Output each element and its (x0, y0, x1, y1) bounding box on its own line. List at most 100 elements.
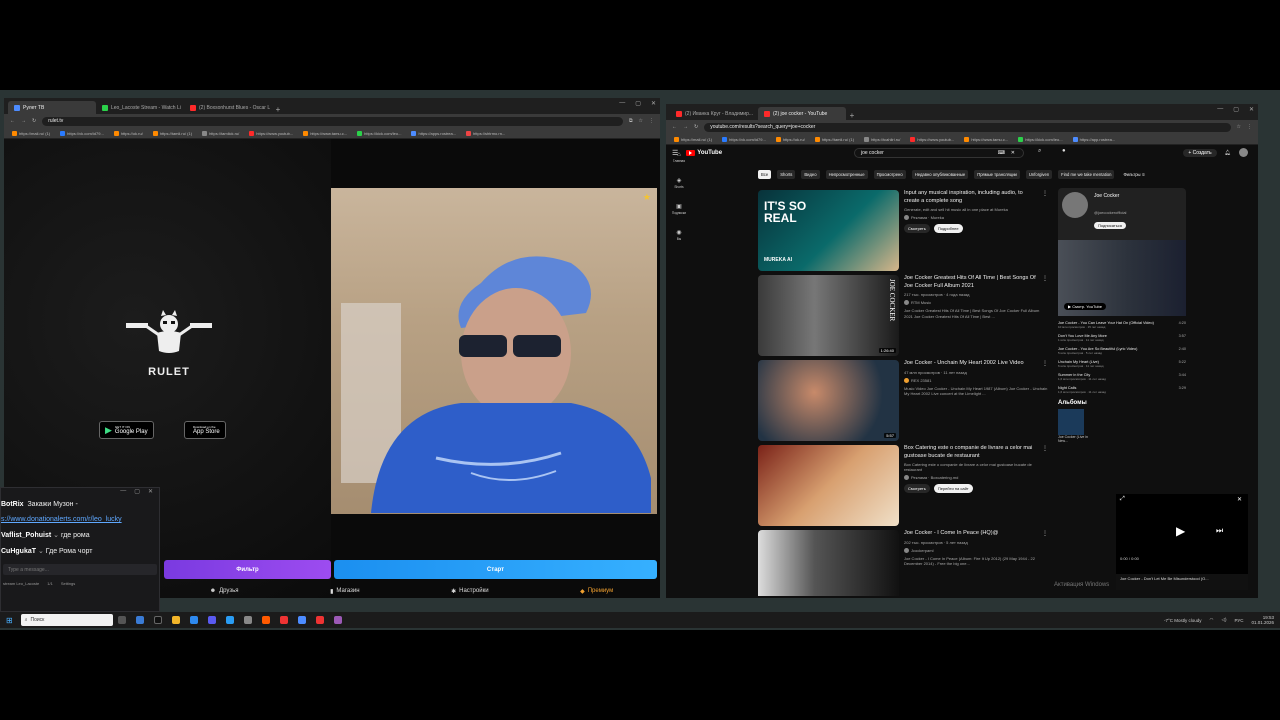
nav-settings[interactable]: ✱ Настройки (451, 588, 488, 595)
chat-link[interactable]: s://www.donationalerts.com/r/leo_lucky (1, 516, 122, 523)
tab-youtube[interactable]: (2) Boxsonhurst Blues - Oscar L (184, 101, 272, 114)
result-title[interactable]: Joe Cocker Greatest Hits Of All Time | B… (904, 275, 1048, 290)
channel-name[interactable]: Joe Cocker (1094, 193, 1119, 199)
nav-premium[interactable]: ◆ Премиум (580, 588, 613, 595)
bookmark[interactable]: https://ok.ru/ (775, 136, 805, 142)
bookmark[interactable]: https://tamli.ru/ (1) (814, 136, 854, 142)
result-thumbnail[interactable]: IT'S SO REAL MUREKA AI (758, 190, 899, 271)
bookmark[interactable]: https://mail.ru/ (1) (12, 130, 50, 136)
channel-song-item[interactable]: Night Calls 1,6 млн просмотров · 11 лет н… (1058, 383, 1186, 396)
app-icon[interactable] (279, 616, 288, 624)
folder-icon[interactable] (171, 616, 180, 624)
result-thumbnail[interactable]: JOE COCKER 1:26:40 (758, 275, 899, 356)
mini-player[interactable]: ⤢ ✕ ▶ ⏭ 0:00 / 0:00 Joe Cocker - Don't L… (1116, 494, 1248, 590)
nav-friends[interactable]: ☻ Друзья (210, 588, 239, 594)
forward-icon[interactable]: → (21, 118, 26, 124)
channel-avatar[interactable] (1062, 192, 1088, 218)
result-thumbnail[interactable] (758, 445, 899, 526)
reload-icon[interactable]: ↻ (32, 118, 36, 124)
bookmark[interactable]: https://www.tamu.c... (964, 136, 1008, 142)
channel-song-item[interactable]: Summer in the City 1,6 млн просмотров · 1… (1058, 370, 1186, 383)
app-icon[interactable] (243, 616, 252, 624)
new-tab-icon[interactable]: + (846, 111, 858, 120)
bell-icon[interactable]: 🔔︎ (1225, 150, 1231, 156)
new-tab-icon[interactable]: + (272, 105, 284, 114)
edge-icon[interactable] (189, 616, 198, 624)
expand-icon[interactable]: ⤢ (1120, 496, 1125, 503)
taskbar-search[interactable]: ⌕ Поиск (20, 614, 113, 626)
filters-button[interactable]: Фильтры ⚟ (1120, 170, 1148, 179)
close-icon[interactable]: ✕ (1237, 496, 1242, 503)
result-title[interactable]: Input any musical inspiration, including… (904, 190, 1048, 205)
menu-icon[interactable]: ⋮ (649, 118, 654, 124)
back-icon[interactable]: ← (10, 118, 15, 124)
chrome-icon[interactable] (315, 616, 324, 624)
bookmark[interactable]: https://tamlick.ru/ (202, 130, 239, 136)
app-icon[interactable] (135, 616, 144, 624)
channel-card-image[interactable]: ▶ Смотр. YouTube (1058, 240, 1186, 316)
keyboard-icon[interactable]: ⌨ (998, 150, 1005, 156)
weather-text[interactable]: -7°C Mostly cloudy (1164, 618, 1202, 623)
result-channel[interactable]: REX 23581 (904, 377, 1048, 383)
more-icon[interactable]: ⋮ (1042, 275, 1048, 282)
back-icon[interactable]: ← (672, 124, 677, 130)
more-icon[interactable]: ⋮ (1042, 530, 1048, 537)
bookmark[interactable]: https://mail.ru/ (1) (674, 136, 712, 142)
chip-unforgiven[interactable]: Unforgiven (1025, 170, 1053, 179)
bookmark[interactable]: https://tcahliri.ru/ (864, 136, 900, 142)
sidebar-item-shorts[interactable]: ◈ Shorts (674, 177, 683, 189)
chrome-icon[interactable] (297, 616, 306, 624)
menu-icon[interactable]: ⋮ (1247, 124, 1252, 130)
address-bar[interactable]: rulet.tv (42, 116, 623, 126)
forward-icon[interactable]: → (683, 124, 688, 130)
bookmark[interactable]: https://vk.com/id79... (722, 136, 766, 142)
volume-icon[interactable]: ◁) (1221, 617, 1226, 623)
result-item[interactable]: Joe Cocker - I Come In Peace (HQ)@ 202 т… (758, 530, 1048, 596)
search-icon[interactable]: ⌕ (1038, 148, 1041, 155)
result-channel[interactable]: Jcockerpaml (904, 547, 1048, 553)
tab-kick[interactable]: Leo_Lacoste Stream - Watch Li (96, 101, 184, 114)
sidebar-item-subscriptions[interactable]: ▣ Подписки (672, 203, 686, 215)
star-icon[interactable]: ★ (643, 192, 651, 203)
bookmark[interactable]: https://kick.com/leo... (1018, 136, 1063, 142)
watch-button[interactable]: Смотреть (904, 224, 930, 234)
channel-song-item[interactable]: Joe Cocker - You Are So Beautiful (Lyric… (1058, 344, 1186, 357)
result-item[interactable]: 5:57 Joe Cocker - Unchain My Heart 2002 … (758, 360, 1048, 441)
bookmark[interactable]: https://apps.rostrea... (411, 130, 456, 136)
clock[interactable]: 19:53 01.01.2026 (1251, 615, 1274, 626)
next-icon[interactable]: ⏭ (1216, 526, 1223, 536)
channel-song-item[interactable]: Don't You Love Me Any More 1 млн просмотр… (1058, 331, 1186, 344)
maximize-icon[interactable]: ▢ (134, 488, 140, 498)
language-indicator[interactable]: РУС (1234, 618, 1243, 623)
more-icon[interactable]: ⋮ (1042, 360, 1048, 367)
watch-button[interactable]: Смотреть (904, 484, 930, 494)
chip-unwatched[interactable]: Непросмотренные (825, 170, 868, 179)
channel-song-item[interactable]: Unchain My Heart (Live) 6 млн просмотров … (1058, 357, 1186, 370)
result-thumbnail[interactable]: 5:57 (758, 360, 899, 441)
album-name[interactable]: Joe Cocker (Live in New... (1058, 435, 1088, 443)
chip-watched[interactable]: Просмотрено (873, 170, 906, 179)
extensions-icon[interactable]: ⧉ (629, 118, 633, 124)
watch-on-youtube-button[interactable]: ▶ Смотр. YouTube (1064, 303, 1106, 310)
result-item[interactable]: Box Catering este o companie de livrare … (758, 445, 1048, 526)
result-title[interactable]: Joe Cocker - I Come In Peace (HQ)@ (904, 530, 1048, 538)
app-icon[interactable] (207, 616, 216, 624)
app-icon[interactable] (333, 616, 342, 624)
filter-button[interactable]: Фильтр (164, 560, 331, 579)
bookmark[interactable]: https://www.youtub... (910, 136, 954, 142)
app-icon[interactable] (261, 616, 270, 624)
result-title[interactable]: Joe Cocker - Unchain My Heart 2002 Live … (904, 360, 1048, 368)
chip-live[interactable]: Прямые трансляции (974, 170, 1020, 179)
result-item[interactable]: JOE COCKER 1:26:40 Joe Cocker Greatest H… (758, 275, 1048, 356)
clear-icon[interactable]: ✕ (1011, 150, 1015, 156)
maximize-icon[interactable]: ▢ (1233, 106, 1239, 113)
star-icon[interactable]: ☆ (1237, 124, 1241, 130)
create-button[interactable]: + Создать (1183, 148, 1217, 157)
chip-video[interactable]: Видео (801, 170, 820, 179)
close-icon[interactable]: ✕ (148, 488, 153, 498)
details-button[interactable]: Подробнее (933, 224, 963, 234)
task-view-icon[interactable] (117, 616, 126, 624)
channel-song-item[interactable]: Joe Cocker - You Can Leave Your Hat On (… (1058, 318, 1186, 331)
bookmark[interactable]: https://ok.ru/ (113, 130, 143, 136)
address-bar[interactable]: youtube.com/results?search_query=joe+coc… (704, 122, 1231, 132)
